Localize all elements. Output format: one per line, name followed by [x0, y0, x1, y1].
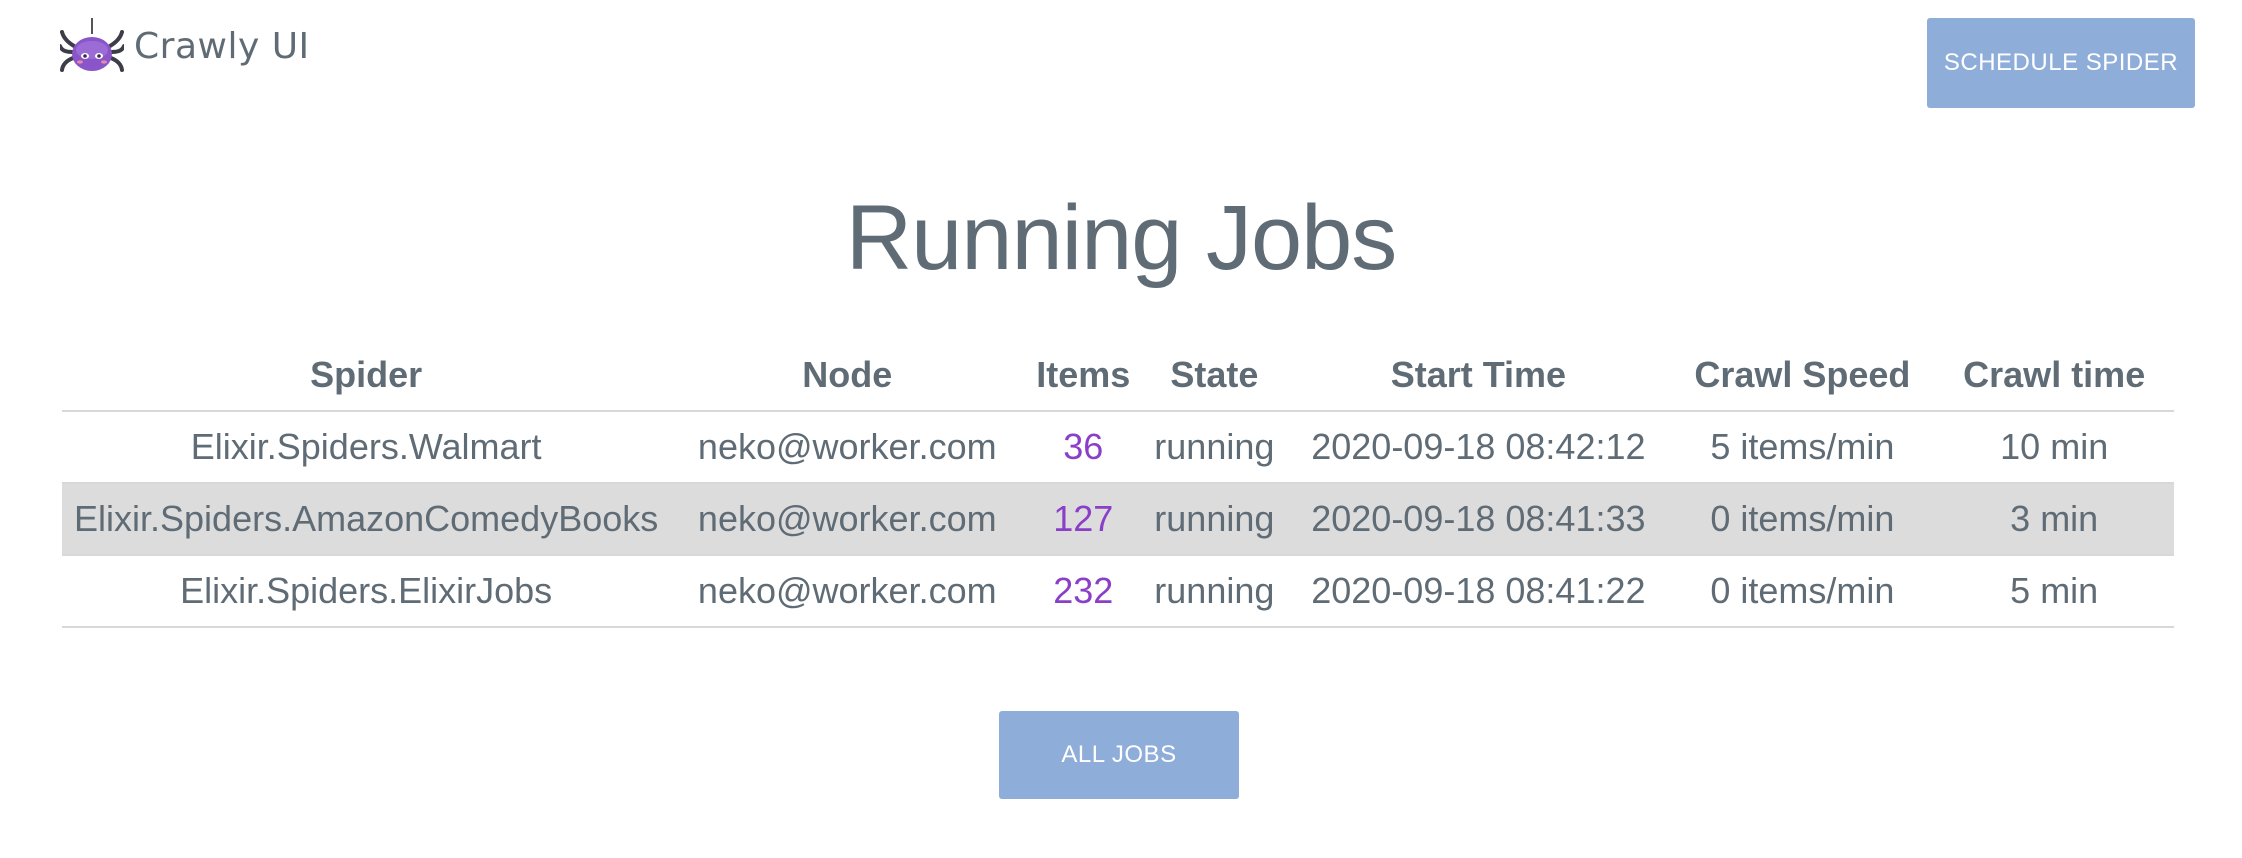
- column-header-start-time: Start Time: [1286, 340, 1671, 412]
- cell-state: running: [1142, 411, 1287, 484]
- cell-items: 232: [1024, 555, 1143, 628]
- cell-state: running: [1142, 483, 1287, 556]
- column-header-state: State: [1142, 340, 1287, 412]
- app-name: Crawly UI: [134, 25, 310, 67]
- table-header-row: Spider Node Items State Start Time Crawl…: [62, 340, 2174, 412]
- cell-crawl-time: 3 min: [1934, 483, 2174, 556]
- spider-logo-icon: [60, 18, 124, 72]
- column-header-node: Node: [670, 340, 1025, 412]
- schedule-spider-button[interactable]: SCHEDULE SPIDER: [1927, 18, 2195, 108]
- items-link[interactable]: 127: [1053, 498, 1113, 539]
- cell-items: 36: [1024, 411, 1143, 484]
- cell-node: neko@worker.com: [670, 555, 1025, 628]
- top-header: Crawly UI SCHEDULE SPIDER: [0, 0, 2242, 120]
- column-header-spider: Spider: [62, 340, 671, 412]
- cell-node: neko@worker.com: [670, 411, 1025, 484]
- running-jobs-table: Spider Node Items State Start Time Crawl…: [62, 340, 2174, 628]
- column-header-items: Items: [1024, 340, 1143, 412]
- table-row: Elixir.Spiders.AmazonComedyBooks neko@wo…: [62, 483, 2174, 556]
- cell-start-time: 2020-09-18 08:41:22: [1286, 555, 1671, 628]
- cell-state: running: [1142, 555, 1287, 628]
- items-link[interactable]: 36: [1063, 426, 1103, 467]
- brand-home-link[interactable]: Crawly UI: [60, 16, 310, 76]
- cell-crawl-time: 5 min: [1934, 555, 2174, 628]
- cell-crawl-speed: 5 items/min: [1670, 411, 1935, 484]
- cell-node: neko@worker.com: [670, 483, 1025, 556]
- page-title: Running Jobs: [845, 187, 1398, 289]
- cell-start-time: 2020-09-18 08:42:12: [1286, 411, 1671, 484]
- cell-start-time: 2020-09-18 08:41:33: [1286, 483, 1671, 556]
- cell-spider: Elixir.Spiders.ElixirJobs: [62, 555, 671, 628]
- items-link[interactable]: 232: [1053, 570, 1113, 611]
- all-jobs-button[interactable]: ALL JOBS: [999, 711, 1239, 799]
- table-row: Elixir.Spiders.Walmart neko@worker.com 3…: [62, 411, 2174, 484]
- cell-spider: Elixir.Spiders.Walmart: [62, 411, 671, 484]
- cell-crawl-speed: 0 items/min: [1670, 555, 1935, 628]
- cell-crawl-time: 10 min: [1934, 411, 2174, 484]
- cell-items: 127: [1024, 483, 1143, 556]
- cell-spider: Elixir.Spiders.AmazonComedyBooks: [62, 483, 671, 556]
- cell-crawl-speed: 0 items/min: [1670, 483, 1935, 556]
- column-header-crawl-speed: Crawl Speed: [1670, 340, 1935, 412]
- table-row: Elixir.Spiders.ElixirJobs neko@worker.co…: [62, 555, 2174, 628]
- column-header-crawl-time: Crawl time: [1934, 340, 2174, 412]
